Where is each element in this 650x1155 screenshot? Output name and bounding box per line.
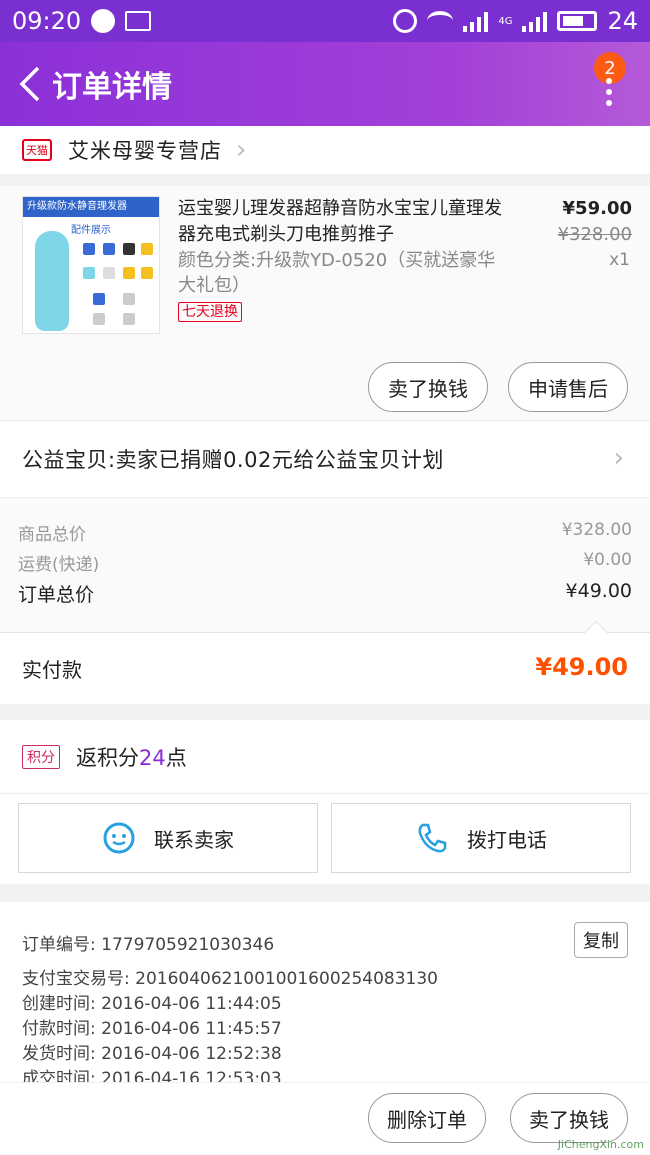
- status-bar: 09:20 4G 24: [0, 0, 650, 42]
- summary-total-label: 订单总价: [18, 584, 95, 606]
- delete-order-button[interactable]: 删除订单: [368, 1093, 486, 1143]
- product-image[interactable]: 升级款防水静音理发器 配件展示: [22, 196, 160, 334]
- order-number: 订单编号: 1779705921030346: [22, 935, 275, 955]
- contact-seller-button[interactable]: 联系卖家: [18, 803, 318, 873]
- product-title[interactable]: 运宝婴儿理发器超静音防水宝宝儿童理发器充电式剃头刀电推剪推子: [178, 196, 508, 248]
- summary-value: ¥328.00: [561, 520, 632, 540]
- accessories-illustration: [79, 237, 155, 327]
- after-sale-button[interactable]: 申请售后: [508, 362, 628, 412]
- price-summary: 商品总价 ¥328.00 运费(快递) ¥0.00 订单总价 ¥49.00: [0, 498, 650, 632]
- page-title: 订单详情: [52, 70, 172, 105]
- summary-total-value: ¥49.00: [565, 580, 632, 602]
- nav-bar: 订单详情 2: [0, 42, 650, 126]
- paid-time: 付款时间: 2016-04-06 11:45:57: [22, 1019, 282, 1039]
- footer-bar: 删除订单 卖了换钱 JiChengXin.com: [0, 1082, 650, 1155]
- summary-row: 运费(快递) ¥0.00: [18, 550, 632, 575]
- points-row: 积分 返积分24点: [0, 720, 650, 794]
- charity-row[interactable]: 公益宝贝:卖家已捐赠0.02元给公益宝贝计划 ›: [0, 420, 650, 498]
- summary-value: ¥0.00: [583, 550, 632, 570]
- summary-label: 运费(快递): [18, 555, 100, 575]
- product-card: 升级款防水静音理发器 配件展示 运宝婴儿理发器超静音防水宝宝儿童理发器充电式剃头…: [0, 186, 650, 420]
- charity-text: 公益宝贝:卖家已捐赠0.02元给公益宝贝计划: [22, 448, 444, 472]
- chevron-right-icon: ›: [613, 443, 624, 473]
- clipper-illustration: [35, 231, 69, 331]
- status-time: 09:20: [12, 7, 82, 35]
- chevron-right-icon: ›: [236, 135, 247, 165]
- points-suffix: 点: [165, 745, 187, 770]
- paid-amount: ¥49.00: [535, 653, 628, 681]
- product-quantity: x1: [609, 250, 630, 270]
- phone-icon: [418, 823, 447, 853]
- product-sku: 颜色分类:升级款YD-0520（买就送豪华大礼包）: [178, 250, 496, 296]
- copy-button[interactable]: 复制: [574, 922, 628, 958]
- contact-seller-label: 联系卖家: [154, 827, 234, 852]
- call-label: 拨打电话: [467, 827, 547, 852]
- chat-icon: [103, 822, 135, 854]
- order-info: 订单编号: 1779705921030346 复制 支付宝交易号: 201604…: [0, 902, 650, 1089]
- points-prefix: 返积分: [76, 745, 139, 770]
- footer-sell-button[interactable]: 卖了换钱: [510, 1093, 628, 1143]
- paid-label: 实付款: [22, 658, 82, 682]
- watermark: JiChengXin.com: [557, 1138, 644, 1151]
- network-type: 4G: [498, 15, 513, 27]
- more-icon: [606, 78, 612, 106]
- alipay-number: 支付宝交易号: 2016040621001001600254083130: [22, 969, 438, 989]
- sell-button[interactable]: 卖了换钱: [368, 362, 488, 412]
- tmall-icon: 天猫: [22, 139, 52, 161]
- shipped-time: 发货时间: 2016-04-06 12:52:38: [22, 1044, 282, 1064]
- paid-row: 实付款 ¥49.00: [0, 620, 650, 704]
- points-value: 24: [139, 745, 166, 770]
- product-original-price: ¥328.00: [557, 224, 632, 245]
- back-icon[interactable]: [10, 64, 50, 104]
- notification-icon: [91, 9, 116, 33]
- contact-section: 联系卖家 拨打电话: [0, 794, 650, 884]
- signal-icon: [463, 10, 489, 32]
- points-tag: 积分: [22, 744, 60, 769]
- signal-icon-2: [522, 10, 548, 32]
- created-time: 创建时间: 2016-04-06 11:44:05: [22, 994, 282, 1014]
- call-button[interactable]: 拨打电话: [331, 803, 631, 873]
- mail-icon: [125, 11, 152, 31]
- summary-total-row: 订单总价 ¥49.00: [18, 580, 632, 607]
- shop-row[interactable]: 天猫 艾米母婴专营店 ›: [0, 126, 650, 174]
- summary-row: 商品总价 ¥328.00: [18, 520, 632, 545]
- more-menu-button[interactable]: 2: [586, 50, 626, 114]
- product-price: ¥59.00: [562, 198, 632, 219]
- refund-tag: 七天退换: [178, 302, 242, 322]
- battery-icon: [557, 11, 598, 31]
- product-image-banner: 升级款防水静音理发器: [23, 197, 159, 217]
- points-text: 返积分24点: [76, 742, 187, 772]
- battery-level: 24: [607, 7, 638, 35]
- summary-label: 商品总价: [18, 525, 86, 545]
- shop-name: 艾米母婴专营店: [68, 139, 222, 163]
- alarm-icon: [393, 9, 418, 33]
- wifi-icon: [427, 11, 454, 31]
